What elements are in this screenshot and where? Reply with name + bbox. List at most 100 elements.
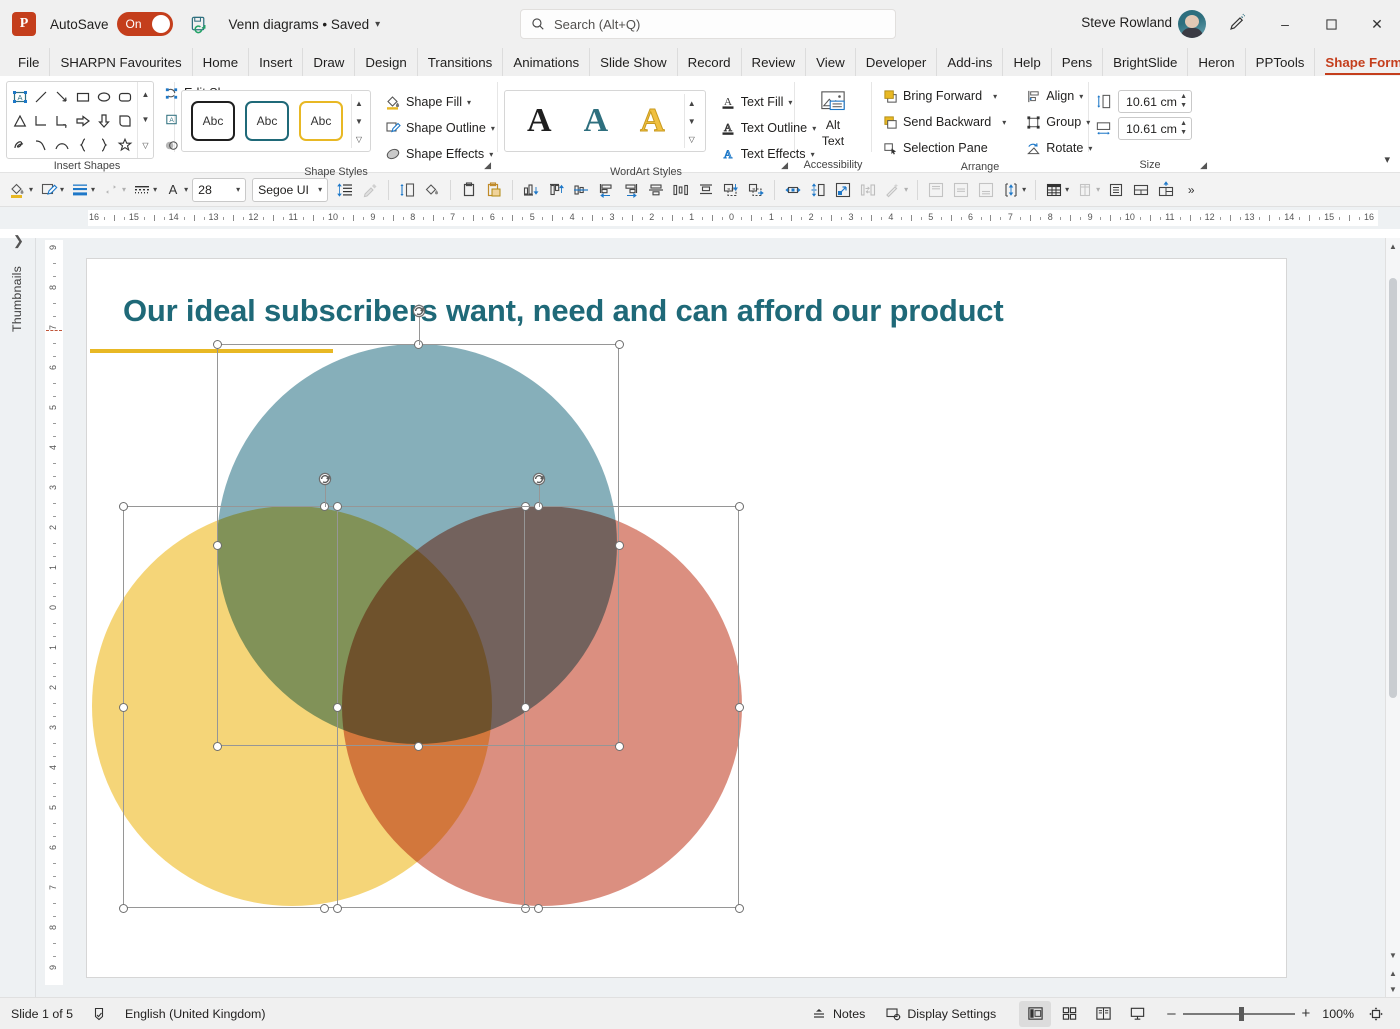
vertical-scrollbar[interactable]: ▲ ▼ ▲ ▼ bbox=[1385, 238, 1400, 997]
shape-height-input[interactable]: 10.61 cm ▲ ▼ bbox=[1118, 90, 1192, 113]
text-align-top-button[interactable] bbox=[924, 177, 948, 203]
shape-elbow-connector-icon[interactable] bbox=[30, 109, 51, 133]
align-top-button[interactable] bbox=[544, 177, 568, 203]
handle-sw[interactable] bbox=[333, 904, 342, 913]
scrollbar-thumb[interactable] bbox=[1389, 278, 1397, 698]
table-column-button[interactable]: ▾ bbox=[1073, 177, 1103, 203]
chevron-down-icon[interactable]: ▾ bbox=[1065, 185, 1069, 194]
pen-annotate-icon[interactable] bbox=[1226, 12, 1252, 38]
rotate-handle-top-circle[interactable] bbox=[411, 303, 427, 319]
shape-width-input[interactable]: 10.61 cm ▲ ▼ bbox=[1118, 117, 1192, 140]
fit-to-window-button[interactable] bbox=[1360, 1001, 1392, 1027]
gallery-expand-icon[interactable]: ▽ bbox=[356, 135, 362, 144]
zoom-track[interactable] bbox=[1182, 1006, 1295, 1021]
minimize-button[interactable]: – bbox=[1262, 0, 1308, 48]
chevron-down-icon[interactable]: ▾ bbox=[29, 185, 33, 194]
ribbon-tab-brightslide[interactable]: BrightSlide bbox=[1103, 48, 1189, 76]
handle-e[interactable] bbox=[735, 703, 744, 712]
selection-pane-button[interactable]: Selection Pane bbox=[878, 136, 1011, 160]
size-dialog-launcher[interactable]: ◢ bbox=[1200, 160, 1207, 171]
chevron-down-icon[interactable]: ▾ bbox=[467, 98, 471, 107]
zoom-in-button[interactable]: + bbox=[1302, 1005, 1311, 1022]
avatar[interactable] bbox=[1178, 10, 1206, 38]
shape-line-icon[interactable] bbox=[30, 85, 51, 109]
shape-right-brace-icon[interactable] bbox=[93, 133, 114, 157]
shape-arc-icon[interactable] bbox=[51, 133, 72, 157]
handle-w[interactable] bbox=[333, 703, 342, 712]
wordart-preview-1[interactable]: A bbox=[527, 104, 552, 138]
shape-block-arrow-icon[interactable] bbox=[72, 109, 93, 133]
chevron-down-icon[interactable]: ▾ bbox=[788, 98, 792, 107]
ribbon-tab-insert[interactable]: Insert bbox=[249, 48, 304, 76]
table-cell-button[interactable] bbox=[1104, 177, 1128, 203]
shape-triangle-icon[interactable] bbox=[9, 109, 30, 133]
ribbon-tab-design[interactable]: Design bbox=[355, 48, 418, 76]
chevron-down-icon[interactable]: ▾ bbox=[184, 185, 188, 194]
group-button[interactable]: Group ▾ bbox=[1021, 110, 1097, 134]
shape-scribble-icon[interactable] bbox=[9, 133, 30, 157]
align-right-button[interactable] bbox=[619, 177, 643, 203]
chevron-down-icon[interactable]: ▾ bbox=[1022, 185, 1026, 194]
copy-button[interactable] bbox=[457, 177, 481, 203]
ribbon-collapse-button[interactable]: ▾ bbox=[1384, 153, 1390, 166]
font-size-input[interactable]: 28 ▾ bbox=[192, 177, 247, 202]
line-weight-button[interactable]: ▾ bbox=[68, 177, 98, 203]
handle-s[interactable] bbox=[320, 904, 329, 913]
autosave-toggle[interactable]: On bbox=[116, 12, 173, 36]
spinner-arrows[interactable]: ▲ ▼ bbox=[1180, 92, 1187, 110]
rotate-handle-right-circle[interactable] bbox=[531, 471, 547, 487]
spin-down-icon[interactable]: ▼ bbox=[1180, 128, 1187, 137]
slide-counter[interactable]: Slide 1 of 5 bbox=[2, 1001, 82, 1027]
align-bottom-distribute-button[interactable] bbox=[519, 177, 543, 203]
ribbon-tab-slide-show[interactable]: Slide Show bbox=[590, 48, 678, 76]
shape-style-preview-2[interactable]: Abc bbox=[245, 101, 289, 141]
chevron-right-icon[interactable]: ❯ bbox=[13, 233, 24, 249]
size-width-button[interactable] bbox=[781, 177, 805, 203]
table-merge-button[interactable] bbox=[1129, 177, 1153, 203]
send-backward-button[interactable]: Send Backward ▾ bbox=[878, 110, 1011, 134]
shapes-gallery[interactable]: A ▲ ▼ ▽ bbox=[6, 81, 154, 159]
handle-s[interactable] bbox=[534, 904, 543, 913]
vertical-ruler[interactable]: 9876543210123456789 bbox=[45, 240, 63, 985]
zoom-level[interactable]: 100% bbox=[1322, 1007, 1354, 1021]
thumbnails-rail[interactable]: ❯ Thumbnails bbox=[0, 233, 36, 997]
font-color-button[interactable]: A ▾ bbox=[161, 177, 191, 203]
text-box-margin-button[interactable]: ▾ bbox=[999, 177, 1029, 203]
shape-curve-icon[interactable] bbox=[30, 133, 51, 157]
chevron-down-icon[interactable]: ▾ bbox=[993, 92, 997, 101]
gallery-expand-icon[interactable]: ▽ bbox=[689, 135, 695, 144]
align-left-button[interactable] bbox=[594, 177, 618, 203]
notes-button[interactable]: Notes bbox=[802, 1001, 874, 1027]
handle-nw[interactable] bbox=[213, 340, 222, 349]
size-height-button[interactable] bbox=[806, 177, 830, 203]
scroll-down-icon[interactable]: ▼ bbox=[355, 117, 363, 126]
next-slide-icon[interactable]: ▼ bbox=[1386, 981, 1400, 997]
chevron-down-icon[interactable]: ▾ bbox=[904, 185, 908, 194]
scroll-down-icon[interactable]: ▼ bbox=[688, 117, 696, 126]
rotate-handle-left-circle[interactable] bbox=[317, 471, 333, 487]
shape-style-preview-3[interactable]: Abc bbox=[299, 101, 343, 141]
shape-styles-dialog-launcher[interactable]: ◢ bbox=[484, 160, 491, 171]
ribbon-tab-draw[interactable]: Draw bbox=[303, 48, 356, 76]
align-button[interactable]: Align ▾ bbox=[1021, 84, 1097, 108]
handle-nw[interactable] bbox=[333, 502, 342, 511]
chevron-down-icon[interactable]: ▾ bbox=[1096, 185, 1100, 194]
reading-view-button[interactable] bbox=[1087, 1001, 1119, 1027]
selection-box-right-circle[interactable] bbox=[333, 472, 744, 913]
shape-style-preview-1[interactable]: Abc bbox=[191, 101, 235, 141]
chevron-down-icon[interactable]: ▾ bbox=[489, 150, 493, 159]
scroll-up-icon[interactable]: ▲ bbox=[355, 99, 363, 108]
spin-down-icon[interactable]: ▼ bbox=[1180, 101, 1187, 110]
shape-effects-button[interactable]: Shape Effects ▾ bbox=[380, 142, 500, 166]
scroll-down-icon[interactable]: ▼ bbox=[1386, 947, 1400, 963]
handle-se[interactable] bbox=[735, 904, 744, 913]
chevron-down-icon[interactable]: ▾ bbox=[491, 124, 495, 133]
shape-flowchart-icon[interactable] bbox=[114, 109, 135, 133]
display-settings-button[interactable]: Display Settings bbox=[876, 1001, 1005, 1027]
ribbon-tab-heron[interactable]: Heron bbox=[1188, 48, 1246, 76]
language-indicator[interactable]: English (United Kingdom) bbox=[116, 1001, 275, 1027]
distribute-vertical-button[interactable] bbox=[694, 177, 718, 203]
wordart-preview-3[interactable]: A bbox=[640, 103, 666, 138]
chevron-down-icon[interactable]: ▾ bbox=[153, 185, 157, 194]
table-button[interactable]: ▾ bbox=[1042, 177, 1072, 203]
